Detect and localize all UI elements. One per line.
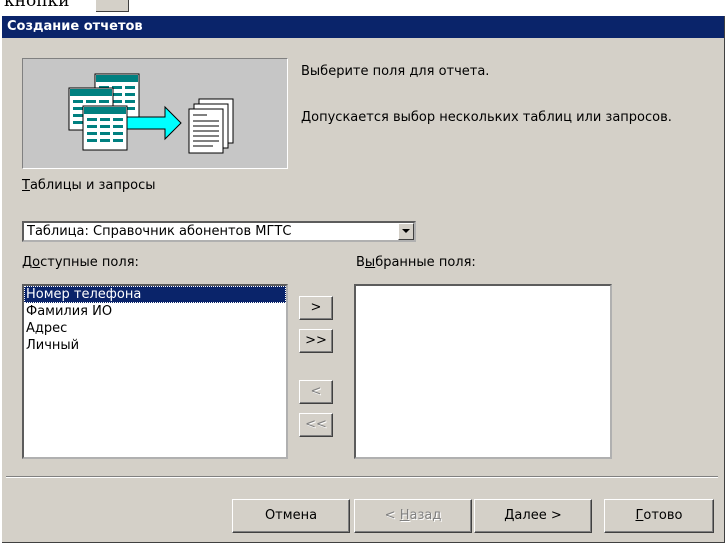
available-fields-list[interactable]: Номер телефона Фамилия ИО Адрес Личный (22, 284, 288, 459)
button-separator (6, 476, 718, 478)
dropdown-button[interactable] (398, 223, 414, 240)
dropdown-arrow-icon (402, 229, 410, 233)
back-button[interactable]: < Назад (354, 499, 472, 533)
selected-fields-list[interactable] (354, 284, 612, 459)
wizard-illustration (22, 58, 288, 169)
list-item[interactable]: Адрес (24, 320, 286, 337)
report-wizard-dialog: Создание отчетов Выберите поля для отчет… (2, 16, 725, 543)
cancel-button[interactable]: Отмена (232, 499, 350, 533)
finish-button[interactable]: Готово (604, 499, 714, 533)
dialog-titlebar[interactable]: Создание отчетов (2, 16, 724, 38)
list-item[interactable]: Фамилия ИО (24, 303, 286, 320)
tables-queries-label: Таблицы и запросы (22, 178, 156, 193)
dialog-title: Создание отчетов (7, 19, 143, 34)
add-all-fields-button[interactable]: >> (299, 329, 333, 353)
available-fields-label: Доступные поля: (22, 255, 139, 270)
report-pages-icon (188, 98, 234, 154)
instruction-text-2: Допускается выбор нескольких таблиц или … (301, 110, 672, 125)
page-fragment-strip: кнопки (0, 0, 727, 16)
tables-queries-value: Таблица: Справочник абонентов МГТС (27, 224, 292, 239)
selected-fields-label: Выбранные поля: (356, 255, 476, 270)
list-item[interactable]: Номер телефона (24, 286, 286, 303)
instruction-text-1: Выберите поля для отчета. (301, 64, 490, 79)
next-button[interactable]: Далее > (474, 499, 592, 533)
tables-queries-select[interactable]: Таблица: Справочник абонентов МГТС (22, 221, 416, 242)
page-fragment-text: кнопки (4, 0, 70, 11)
page-fragment-button-image (96, 0, 129, 12)
remove-field-button[interactable]: < (299, 380, 333, 404)
tables-illustration-icon (68, 73, 234, 154)
list-item[interactable]: Личный (24, 337, 286, 354)
add-field-button[interactable]: > (299, 296, 333, 320)
remove-all-fields-button[interactable]: << (299, 413, 333, 437)
